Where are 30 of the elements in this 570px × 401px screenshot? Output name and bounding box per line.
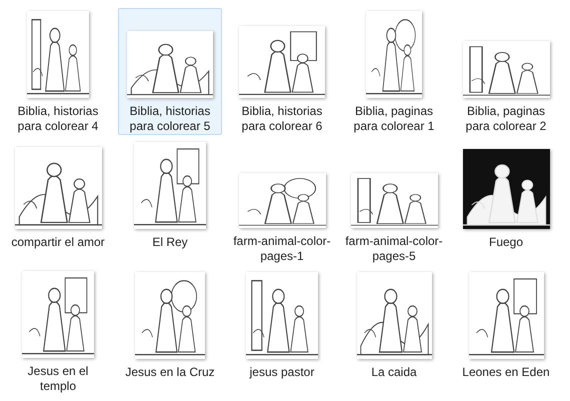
file-item[interactable]: Leones en Eden [454,268,558,395]
file-name: Biblia, historias para colorear 6 [240,104,324,134]
file-item[interactable]: Biblia, historias para colorear 4 [6,8,110,135]
file-item[interactable]: Fuego [454,138,558,265]
file-name: Fuego [488,235,524,250]
file-name: Biblia, paginas para colorear 2 [464,104,548,134]
file-item[interactable]: Biblia, historias para colorear 6 [230,8,334,135]
file-item[interactable]: farm-animal-color-pages-1 [230,138,334,265]
file-name: Leones en Eden [461,365,551,380]
file-name: jesus pastor [248,365,316,380]
file-name: farm-animal-color-pages-1 [232,234,332,264]
file-name: Biblia, historias para colorear 5 [128,104,212,134]
file-name: Jesus en el templo [26,364,90,394]
file-item[interactable]: Biblia, historias para colorear 5 [118,8,222,135]
file-name: farm-animal-color-pages-5 [344,234,444,264]
file-name: Jesus en la Cruz [124,365,216,380]
file-item[interactable]: Jesus en la Cruz [118,268,222,395]
file-item[interactable]: La caida [342,268,446,395]
file-name: La caida [370,365,418,380]
file-name: compartir el amor [10,235,106,250]
file-item[interactable]: compartir el amor [6,138,110,265]
file-item[interactable]: jesus pastor [230,268,334,395]
file-name: El Rey [151,235,189,250]
file-item[interactable]: Biblia, paginas para colorear 2 [454,8,558,135]
file-item[interactable]: El Rey [118,138,222,265]
file-name: Biblia, historias para colorear 4 [16,104,100,134]
file-item[interactable]: Biblia, paginas para colorear 1 [342,8,446,135]
file-name: Biblia, paginas para colorear 1 [352,104,436,134]
file-item[interactable]: farm-animal-color-pages-5 [342,138,446,265]
file-item[interactable]: Jesus en el templo [6,268,110,395]
